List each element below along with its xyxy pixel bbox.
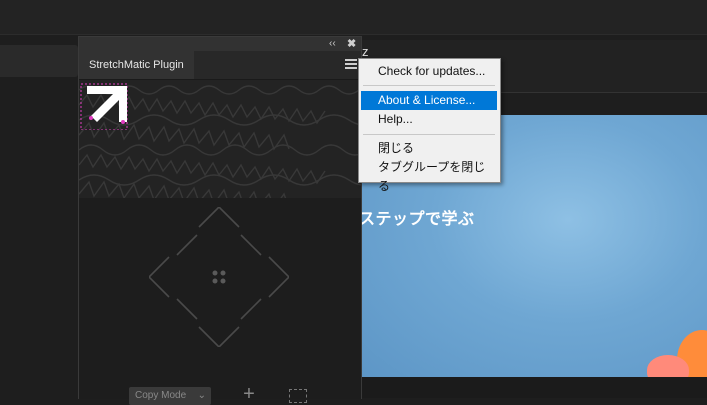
diagonal-up-right-icon[interactable] (240, 234, 262, 256)
menu-item-about-license[interactable]: About & License... (361, 91, 497, 110)
diagonal-down-left-icon[interactable] (176, 298, 198, 320)
panel-menu-icon[interactable] (345, 59, 357, 69)
menu-item-help[interactable]: Help... (361, 110, 497, 129)
arrow-up-icon[interactable] (198, 207, 240, 228)
diagonal-up-left-icon[interactable] (176, 234, 198, 256)
stretchmatic-logo (80, 83, 128, 130)
canvas-flower-shape (647, 355, 689, 377)
menu-item-check-updates[interactable]: Check for updates... (361, 62, 497, 81)
menu-separator (363, 134, 495, 135)
menu-item-close[interactable]: 閉じる (361, 139, 497, 158)
plugin-banner (79, 80, 361, 198)
arrow-down-icon[interactable] (198, 326, 240, 347)
add-icon[interactable]: + (240, 384, 258, 404)
mode-select-value: Copy Mode (135, 390, 187, 401)
panel-tab-row: StretchMatic Plugin (79, 51, 361, 80)
chevron-down-icon: ⌄ (197, 390, 206, 401)
host-left-toolbar (0, 45, 78, 77)
host-tab-label[interactable]: z (362, 44, 369, 59)
tab-stretchmatic-plugin[interactable]: StretchMatic Plugin (79, 51, 194, 79)
host-status-area (359, 377, 707, 398)
mode-select[interactable]: Copy Mode ⌄ (129, 387, 211, 405)
canvas-heading-text: ステップで学ぶ (359, 211, 475, 228)
arrow-right-icon[interactable] (268, 256, 289, 298)
menu-item-close-tab-group[interactable]: タブグループを閉じる (361, 158, 497, 193)
menu-separator (363, 85, 495, 86)
stretch-direction-pad (149, 207, 289, 347)
marquee-select-icon[interactable] (289, 389, 307, 403)
center-dots-icon[interactable] (212, 270, 226, 284)
panel-title-strip (79, 37, 361, 51)
stretchmatic-panel: ‹‹ ✖ StretchMatic Plugin Copy Mode ⌄ + (78, 36, 362, 405)
collapse-panel-icon[interactable]: ‹‹ (329, 37, 336, 51)
panel-context-menu: Check for updates... About & License... … (358, 58, 501, 193)
host-top-bar (0, 0, 707, 35)
diagonal-down-right-icon[interactable] (240, 298, 262, 320)
arrow-left-icon[interactable] (149, 256, 170, 298)
close-panel-icon[interactable]: ✖ (347, 37, 356, 51)
